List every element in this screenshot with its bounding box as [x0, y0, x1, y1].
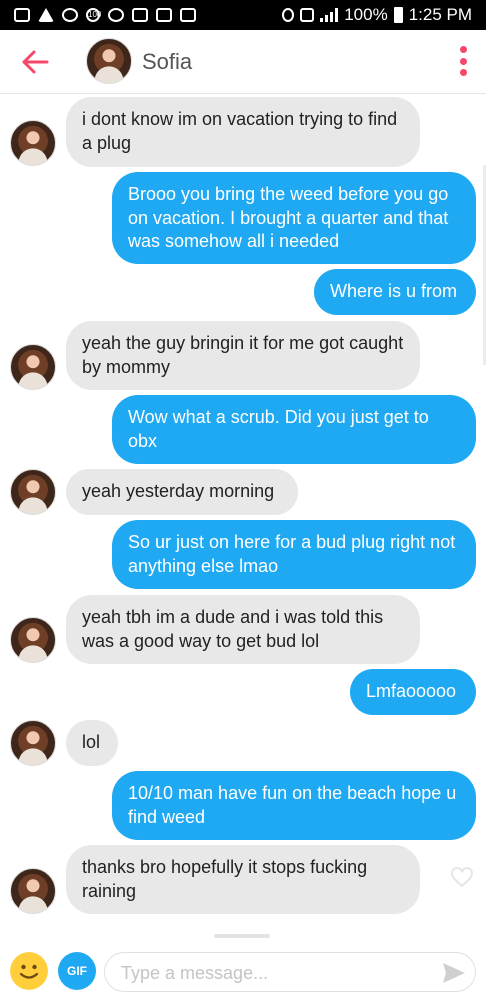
message-bubble-outgoing[interactable]: Where is u from [314, 269, 476, 315]
message-bubble-outgoing[interactable]: 10/10 man have fun on the beach hope u f… [112, 771, 476, 840]
emoji-icon[interactable] [10, 952, 48, 990]
system-icons: 100% 1:25 PM [282, 5, 472, 25]
message-avatar[interactable] [10, 617, 56, 663]
signal-icon [320, 8, 339, 22]
back-arrow-icon[interactable] [20, 48, 50, 76]
mail-icon [14, 8, 30, 22]
contact-avatar[interactable] [86, 38, 132, 84]
message-bubble-incoming[interactable]: yeah tbh im a dude and i was told this w… [66, 595, 420, 664]
messenger-icon [108, 8, 124, 22]
battery-icon [393, 7, 403, 23]
message-avatar[interactable] [10, 720, 56, 766]
like-heart-icon[interactable] [450, 866, 474, 888]
location-icon [282, 8, 295, 22]
message-bubble-incoming[interactable]: thanks bro hopefully it stops fucking ra… [66, 845, 420, 914]
message-bubble-incoming[interactable]: yeah yesterday morning [66, 469, 298, 515]
power-icon [62, 8, 78, 22]
send-icon[interactable] [441, 961, 467, 985]
message-bubble-incoming[interactable]: i dont know im on vacation trying to fin… [66, 97, 420, 167]
message-bubble-outgoing[interactable]: Lmfaooooo [350, 669, 476, 715]
battery-percent: 100% [344, 5, 388, 24]
message-bubble-outgoing[interactable]: Brooo you bring the weed before you go o… [112, 172, 476, 264]
message-bubble-outgoing[interactable]: So ur just on here for a bud plug right … [112, 520, 476, 589]
message-bubble-incoming[interactable]: yeah the guy bringin it for me got caugh… [66, 321, 420, 390]
more-options-icon[interactable] [460, 46, 468, 76]
message-bubble-outgoing[interactable]: Wow what a scrub. Did you just get to ob… [112, 395, 476, 464]
calendar-icon [132, 8, 148, 22]
checkmark-icon [156, 8, 172, 22]
message-bubble-incoming[interactable]: lol [66, 720, 118, 766]
clock: 1:25 PM [408, 5, 472, 24]
notification-icons: 100 [14, 8, 196, 22]
activity-icon [180, 8, 196, 22]
warning-icon [38, 8, 54, 22]
message-avatar[interactable] [10, 120, 56, 166]
mute-icon [300, 8, 315, 22]
message-composer [104, 952, 476, 992]
message-avatar[interactable] [10, 868, 56, 914]
drawer-handle[interactable] [214, 934, 270, 938]
contact-name[interactable]: Sofia [142, 49, 192, 75]
message-input[interactable] [121, 959, 421, 987]
gif-button[interactable]: GIF [58, 952, 96, 990]
status-bar: 100 100% 1:25 PM [0, 0, 486, 30]
chat-header: Sofia [0, 30, 486, 94]
message-avatar[interactable] [10, 469, 56, 515]
badge-icon: 100 [86, 8, 101, 22]
message-avatar[interactable] [10, 344, 56, 390]
